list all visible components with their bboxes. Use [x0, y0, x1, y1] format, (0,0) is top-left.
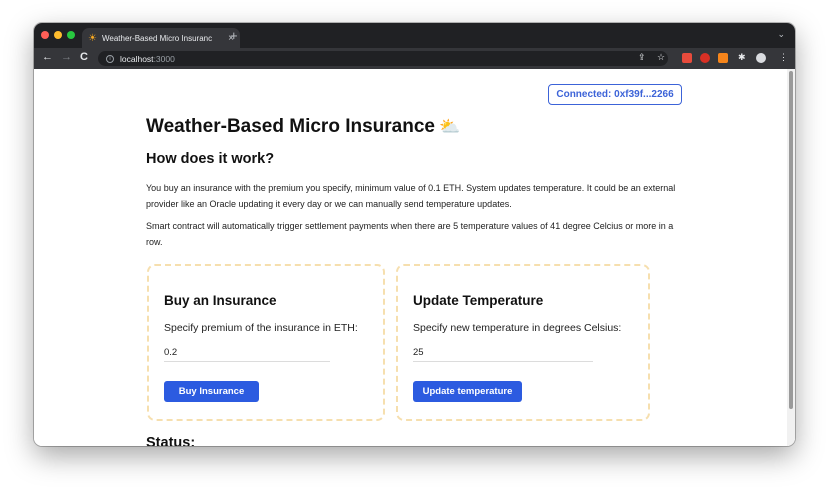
forward-button[interactable]: → [61, 51, 72, 63]
page-viewport: Connected: 0xf39f...2266 Weather-Based M… [34, 69, 795, 446]
browser-window: ☀ Weather-Based Micro Insuranc × + ⌄ ← →… [34, 23, 795, 446]
tab-bar: ☀ Weather-Based Micro Insuranc × + ⌄ [34, 23, 795, 48]
close-window-button[interactable] [41, 31, 49, 39]
sun-favicon-icon: ☀ [88, 32, 97, 44]
temperature-input[interactable] [413, 344, 593, 362]
wallet-connected-button[interactable]: Connected: 0xf39f...2266 [548, 84, 682, 105]
new-tab-button[interactable]: + [230, 28, 238, 43]
reload-button[interactable]: C [80, 51, 88, 63]
temperature-label: Specify new temperature in degrees Celsi… [413, 322, 622, 334]
tab-title: Weather-Based Micro Insuranc [101, 33, 213, 43]
address-bar[interactable]: i localhost :3000 [98, 51, 668, 66]
profile-avatar[interactable] [756, 53, 766, 63]
premium-label: Specify premium of the insurance in ETH: [164, 322, 358, 334]
metamask-fox-icon[interactable] [718, 53, 728, 63]
bookmark-star-icon[interactable]: ☆ [657, 52, 665, 63]
status-heading: Status: [146, 435, 196, 446]
extension-1-icon[interactable] [682, 53, 692, 63]
share-icon[interactable]: ⇪ [638, 52, 646, 63]
explanation-paragraph-2: Smart contract will automatically trigge… [146, 221, 674, 247]
browser-toolbar: ← → C i localhost :3000 ⇪ ☆ ✱ ⋮ [34, 48, 795, 69]
explanation-paragraph-1: You buy an insurance with the premium yo… [146, 183, 676, 209]
update-temperature-button[interactable]: Update temperature [413, 381, 522, 402]
maximize-window-button[interactable] [67, 31, 75, 39]
how-it-works-heading: How does it work? [146, 151, 275, 167]
extensions-puzzle-icon[interactable]: ✱ [738, 52, 746, 63]
browser-tab[interactable]: ☀ Weather-Based Micro Insuranc × [82, 28, 240, 48]
browser-menu-icon[interactable]: ⋮ [779, 52, 788, 63]
page-title: Weather-Based Micro Insurance ⛅ [146, 116, 460, 138]
update-temperature-card: Update Temperature Specify new temperatu… [396, 264, 650, 421]
page-title-text: Weather-Based Micro Insurance [146, 116, 435, 137]
buy-insurance-card: Buy an Insurance Specify premium of the … [147, 264, 385, 421]
buy-insurance-button[interactable]: Buy Insurance [164, 381, 259, 402]
buy-insurance-title: Buy an Insurance [164, 293, 277, 308]
extension-2-icon[interactable] [700, 53, 710, 63]
sun-cloud-icon: ⛅ [438, 117, 461, 136]
url-host: localhost [120, 53, 154, 64]
back-button[interactable]: ← [42, 51, 53, 63]
minimize-window-button[interactable] [54, 31, 62, 39]
scrollbar-thumb[interactable] [789, 71, 793, 409]
premium-input[interactable] [164, 344, 330, 362]
tab-search-icon[interactable]: ⌄ [777, 29, 785, 40]
url-port: :3000 [153, 53, 175, 64]
info-icon[interactable]: i [106, 54, 114, 63]
page-scrollbar[interactable] [787, 69, 795, 446]
update-temperature-title: Update Temperature [413, 293, 544, 308]
